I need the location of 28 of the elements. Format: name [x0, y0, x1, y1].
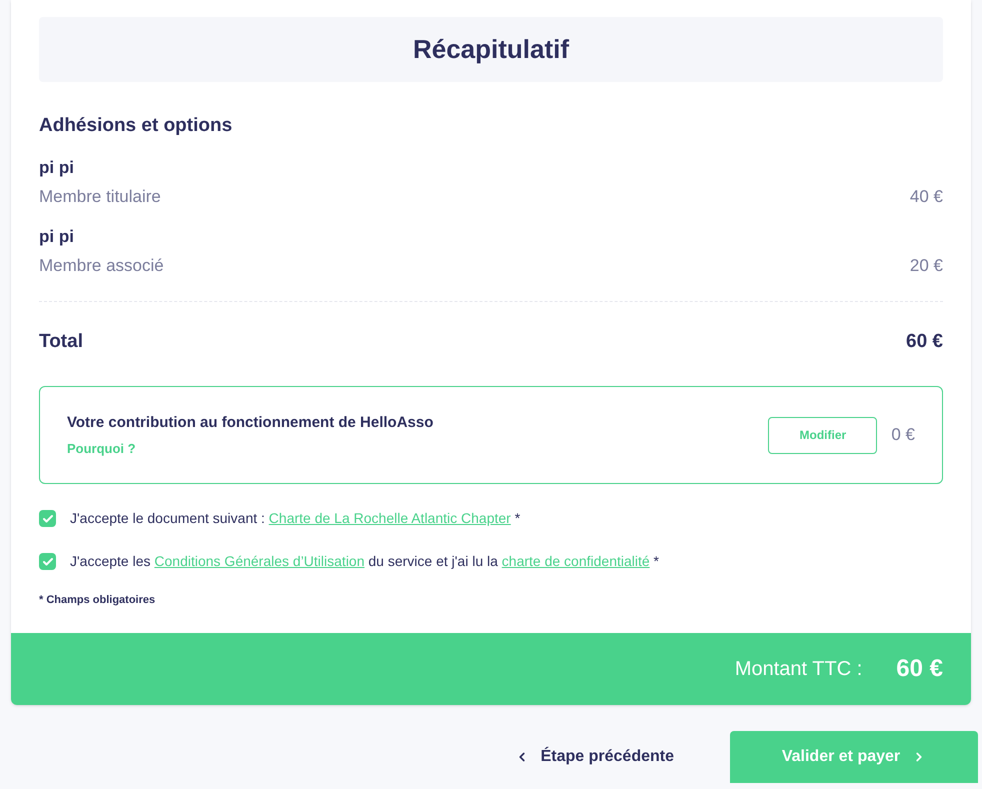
contribution-amount: 0 €: [891, 424, 915, 446]
amount-total: 60 €: [896, 654, 943, 684]
amount-label: Montant TTC :: [734, 656, 862, 682]
member-name: pi pi: [39, 156, 75, 178]
agreement-link[interactable]: Charte de La Rochelle Atlantic Chapter: [268, 510, 511, 526]
section-heading: Adhésions et options: [39, 114, 234, 138]
membership-price: 40 €: [910, 186, 943, 208]
previous-step-button[interactable]: Étape précédente: [514, 744, 674, 768]
agreement-link[interactable]: charte de confidentialité: [502, 553, 650, 569]
membership-price: 20 €: [910, 255, 943, 277]
agreement-checkbox[interactable]: [39, 553, 56, 570]
total-label: Total: [39, 330, 83, 354]
agreement-link[interactable]: Conditions Générales d’Utilisation: [154, 553, 364, 569]
why-link[interactable]: Pourquoi ?: [67, 438, 434, 458]
required-note: * Champs obligatoires: [39, 593, 156, 608]
summary-title: Récapitulatif: [412, 33, 570, 66]
agreement-text: J'accepte le document suivant : Charte de La Rochelle Atlantic Chapter *: [70, 509, 520, 528]
agreement-text: J'accepte les Conditions Générales d’Utilisation du service et j'ai lu la charte de confidentialité *: [70, 552, 660, 571]
member-name: pi pi: [39, 226, 75, 248]
check-icon: [42, 556, 54, 568]
membership-type: Membre titulaire: [39, 186, 161, 208]
contribution-title: Votre contribution au fonctionnement de HelloAsso: [67, 413, 434, 433]
modify-button[interactable]: Modifier: [768, 416, 878, 454]
pay-button[interactable]: Valider et payer: [730, 730, 978, 782]
membership-type: Membre associé: [39, 255, 164, 277]
check-icon: [42, 512, 54, 524]
total-amount: 60 €: [906, 330, 943, 354]
agreement-checkbox[interactable]: [39, 510, 56, 527]
